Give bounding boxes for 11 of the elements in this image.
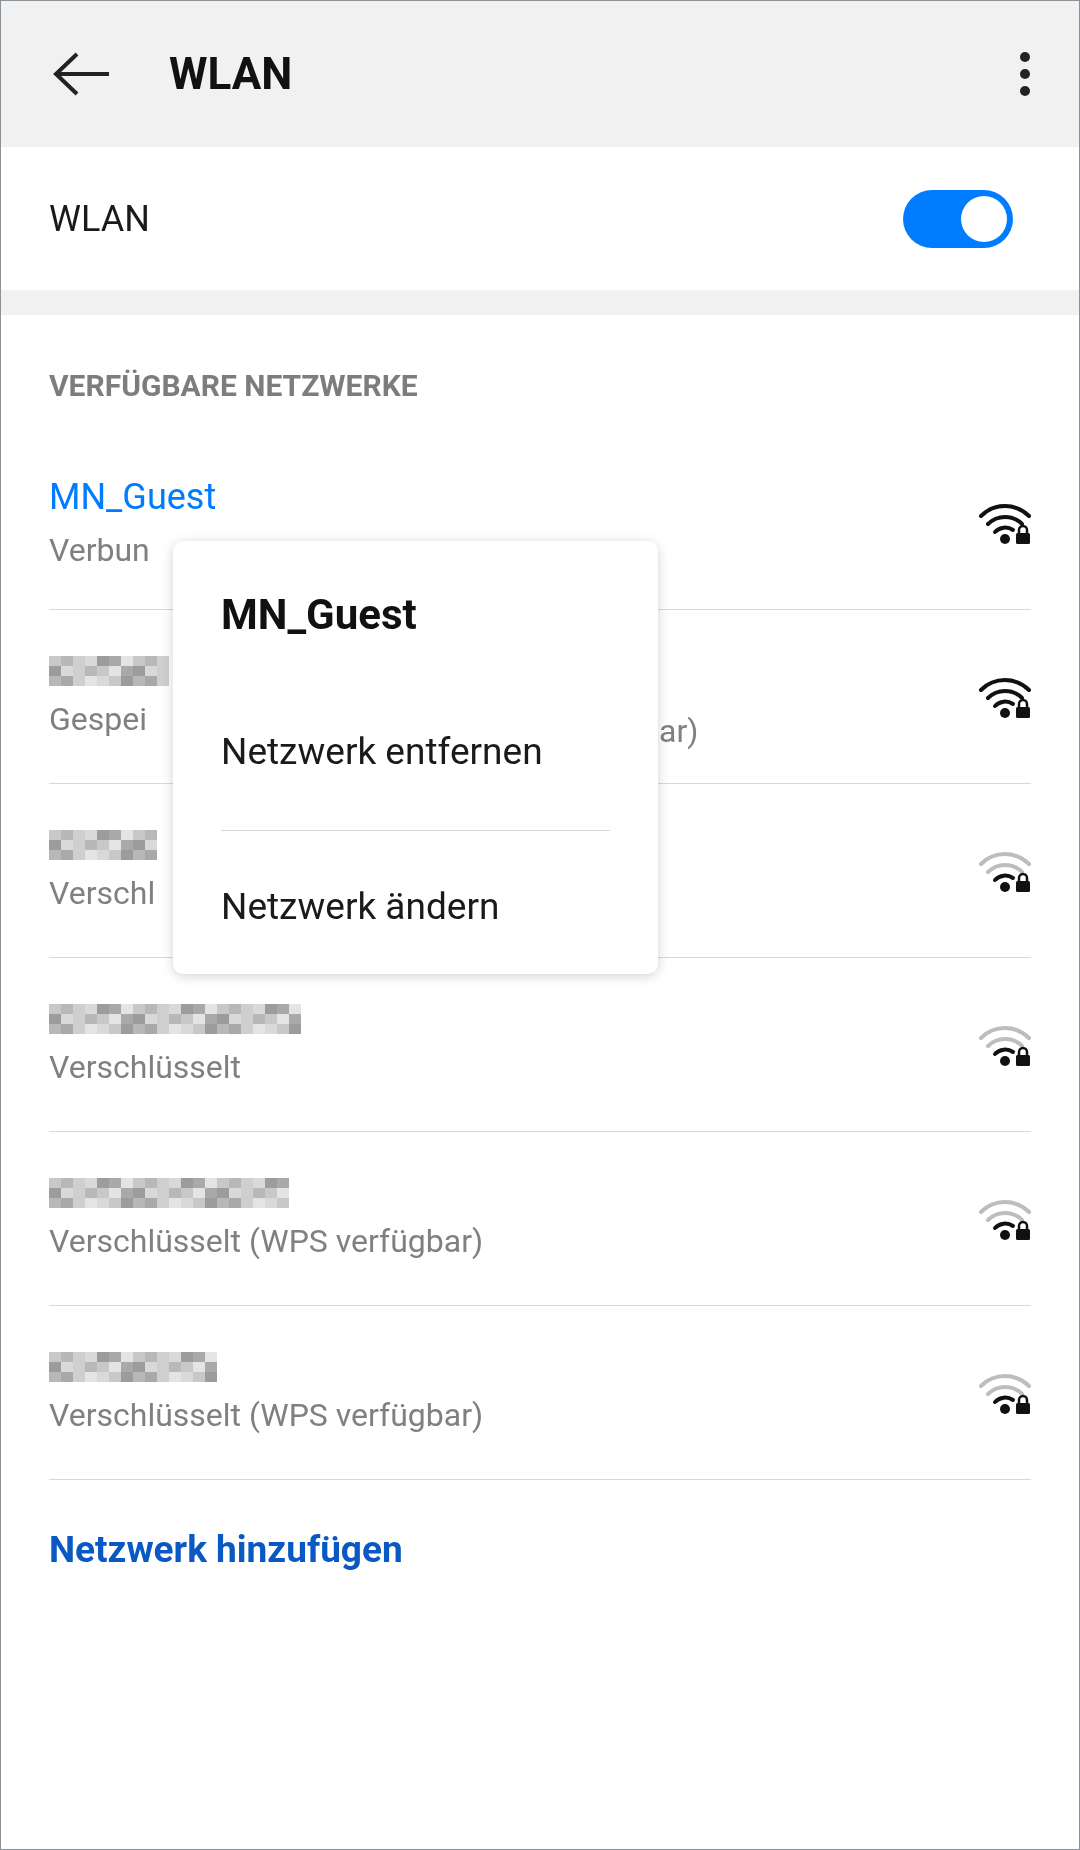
wlan-label: WLAN [49,196,150,242]
page-title: WLAN [169,47,293,102]
network-status: Verbun [49,530,151,569]
network-status: Verschlüsselt (WPS verfügbar) [49,1395,484,1434]
network-status-tail: ar) [659,712,699,750]
network-status: Verschlüsselt (WPS verfügbar) [49,1221,484,1260]
network-status: Verschl [49,873,157,912]
network-status: Gespei [49,699,148,738]
network-status: Verschlüsselt [49,1047,243,1086]
network-name: MN_Guest [49,476,217,517]
section-header: VERFÜGBARE NETZWERKE [49,367,419,405]
